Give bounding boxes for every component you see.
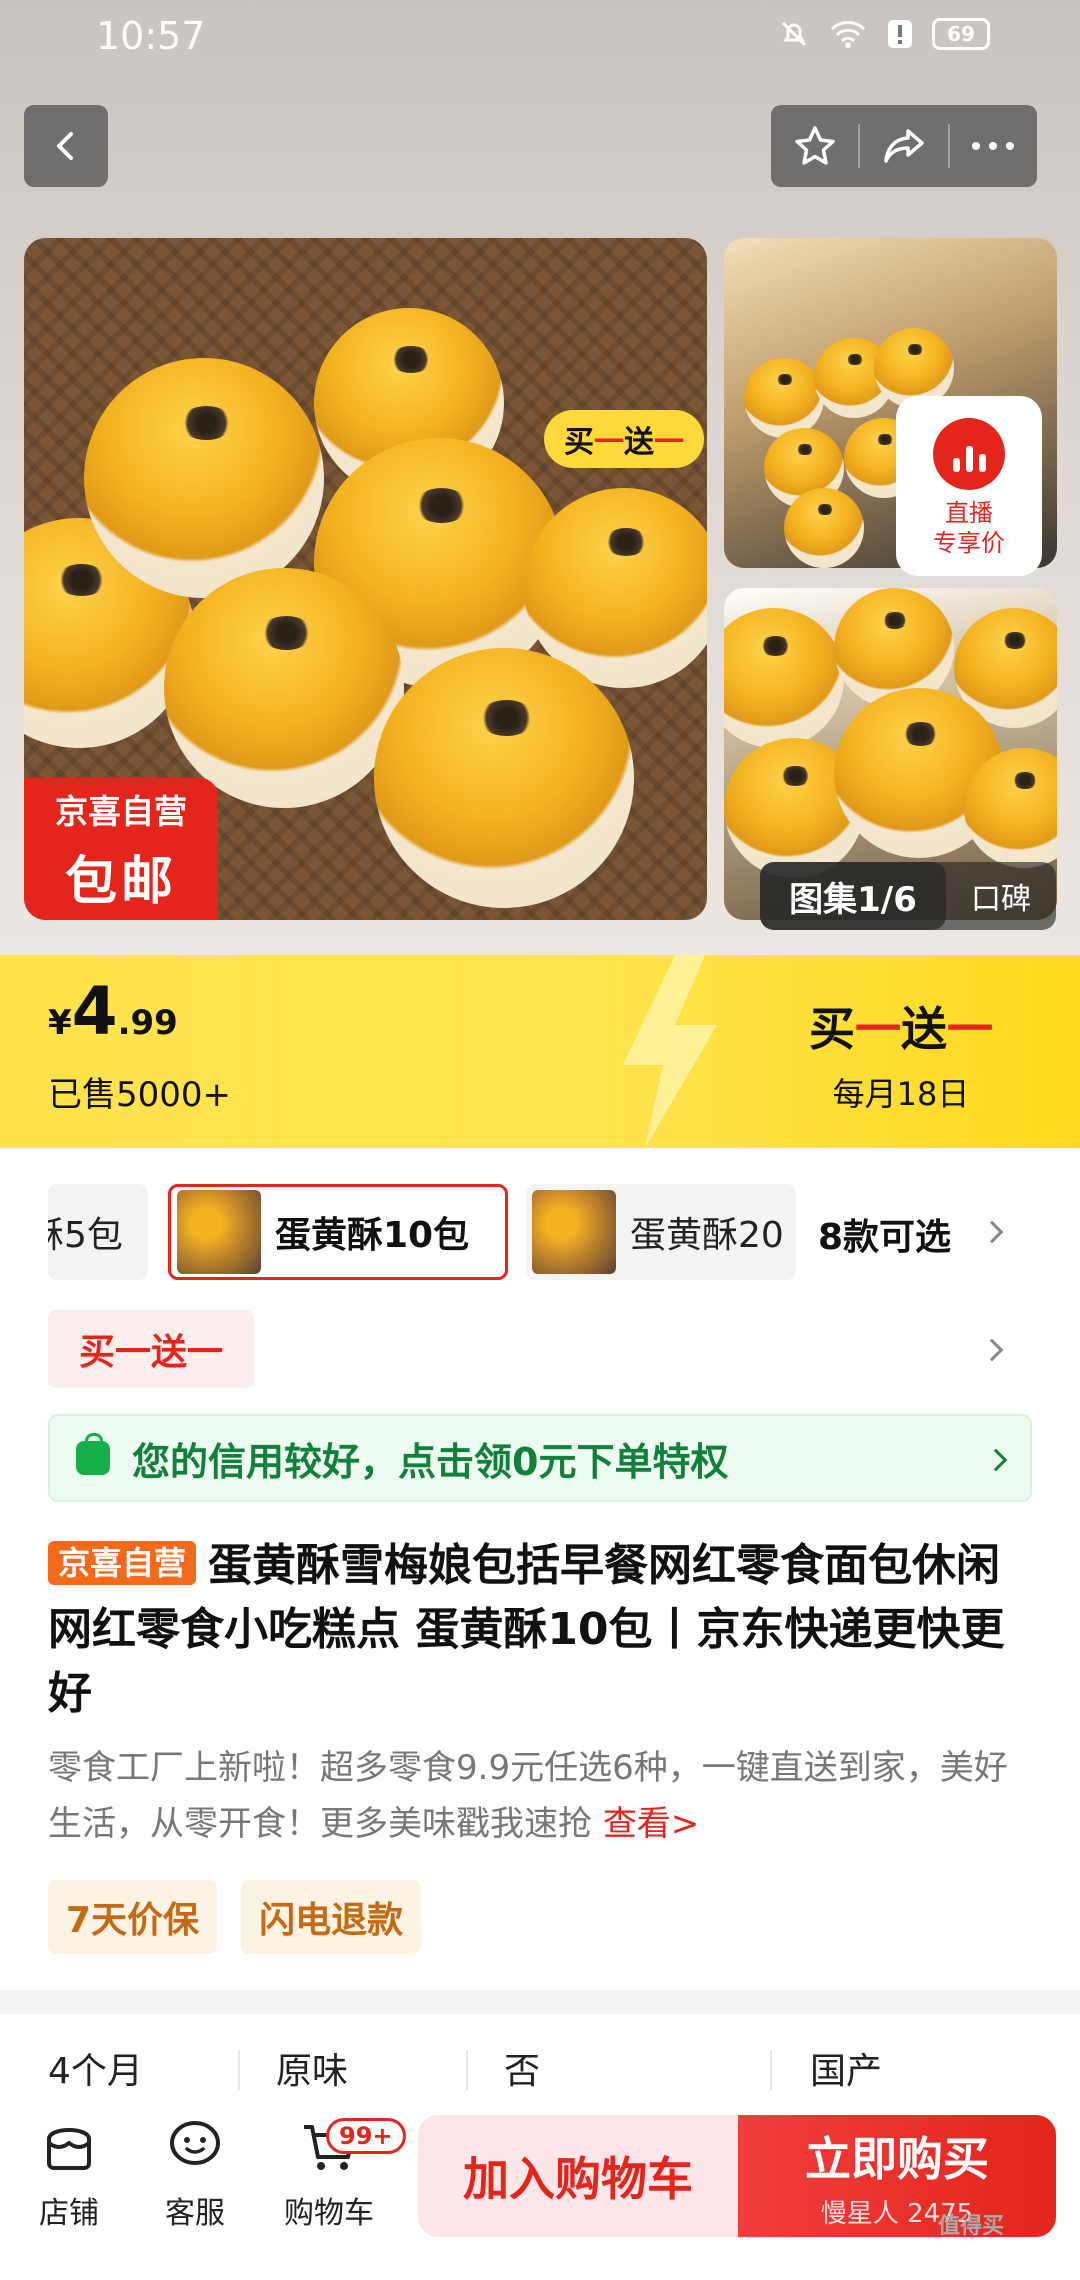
chat-face-icon: [170, 2121, 220, 2165]
share-icon: [884, 129, 924, 163]
variant-count[interactable]: 8款可选: [818, 1208, 951, 1260]
bogo-photo-tag: 买一送一: [544, 410, 704, 468]
more-dots-icon: [972, 142, 1015, 150]
badge-line2: 包邮: [64, 851, 177, 912]
self-operated-tag: 京喜自营: [48, 1541, 197, 1585]
buy-now-button[interactable]: 立即购买 慢星人 2475: [738, 2115, 1056, 2237]
cart-label: 购物车: [284, 2196, 374, 2231]
deal-char: 一: [855, 1002, 901, 1056]
shop-label: 店铺: [39, 2196, 99, 2231]
live-label-line2: 专享价: [933, 529, 1005, 557]
wifi-icon: [830, 21, 866, 48]
service-label: 客服: [165, 2196, 225, 2231]
cart-count-badge: 99+: [326, 2118, 406, 2154]
mute-bell-icon: [781, 21, 807, 47]
shopping-bag-icon: [76, 1433, 110, 1475]
live-label: 直播 专享价: [933, 498, 1005, 558]
spec-item: 国产: [810, 2051, 883, 2092]
variant-selector: 酥5包 蛋黄酥10包 蛋黄酥20 8款可选: [48, 1184, 1048, 1280]
spec-item: 4个月: [48, 2051, 143, 2092]
tag-char: 一: [594, 425, 624, 460]
status-icons: 69: [778, 18, 990, 50]
more-button[interactable]: [950, 105, 1037, 187]
share-button[interactable]: [860, 105, 947, 187]
service-tags: 7天价保 闪电退款: [48, 1880, 422, 1954]
credit-text: 您的信用较好，点击领0元下单特权: [132, 1439, 729, 1484]
egg-yolk-pastry: [784, 488, 864, 568]
back-button[interactable]: [24, 105, 108, 187]
variant-thumbnail: [532, 1190, 616, 1274]
view-more-link[interactable]: 查看>: [603, 1804, 700, 1844]
product-description: 零食工厂上新啦！超多零食9.9元任选6种，一键直送到家，美好生活，从零开食！更多…: [48, 1740, 1038, 1852]
album-tab[interactable]: 图集1/6: [760, 862, 946, 930]
main-product-image[interactable]: 京喜自营 包邮: [24, 238, 707, 920]
status-time: 10:57: [96, 14, 206, 58]
service-tag[interactable]: 闪电退款: [241, 1880, 422, 1954]
variant-option[interactable]: 酥5包: [48, 1184, 148, 1280]
variant-label: 蛋黄酥10包: [275, 1215, 470, 1256]
chevron-right-icon[interactable]: [980, 1220, 1004, 1244]
live-icon: [933, 418, 1005, 490]
lightning-icon: [623, 955, 717, 1148]
spec-item: 原味: [276, 2051, 349, 2092]
section-divider: [0, 1990, 1080, 2014]
review-tab[interactable]: 口碑: [946, 874, 1056, 918]
egg-yolk-pastry: [744, 358, 824, 438]
variant-option-selected[interactable]: 蛋黄酥10包: [168, 1184, 508, 1280]
deal-subtitle: 每月18日: [832, 1075, 970, 1113]
buy-now-label: 立即购买: [805, 2131, 989, 2186]
status-bar: 10:57 69: [0, 0, 1080, 72]
price: ¥4.99: [48, 973, 178, 1050]
store-icon: [47, 2128, 91, 2170]
variant-label: 酥5包: [48, 1215, 123, 1256]
variant-label: 蛋黄酥20: [630, 1215, 784, 1256]
deal-char: 送: [901, 1002, 947, 1056]
jingxi-free-shipping-badge: 京喜自营 包邮: [24, 778, 218, 920]
top-action-group: [771, 105, 1037, 187]
deal-title: 买一送一: [776, 993, 1026, 1059]
egg-yolk-pastry: [164, 568, 404, 808]
chevron-left-icon: [57, 132, 73, 160]
watermark: 值得买: [938, 2214, 1005, 2239]
variant-thumbnail: [177, 1190, 261, 1274]
service-tag[interactable]: 7天价保: [48, 1880, 218, 1954]
gallery-footer: 图集1/6 口碑: [760, 862, 1056, 930]
product-title: 京喜自营 蛋黄酥雪梅娘包括早餐网红零食面包休闲网红零食小吃糕点 蛋黄酥10包丨京东…: [48, 1534, 1038, 1726]
description-text: 零食工厂上新啦！超多零食9.9元任选6种，一键直送到家，美好生活，从零开食！更多…: [48, 1748, 1008, 1844]
price-integer: 4: [71, 973, 118, 1050]
monthly-deal[interactable]: 买一送一 每月18日: [776, 993, 1026, 1115]
egg-yolk-pastry: [724, 608, 844, 748]
star-icon: [794, 126, 835, 165]
deal-char: 一: [947, 1002, 993, 1056]
price-band: ¥4.99 已售5000+ 买一送一 每月18日: [0, 955, 1080, 1148]
sold-count: 已售5000+: [48, 1075, 232, 1115]
live-label-line1: 直播: [945, 499, 993, 527]
live-price-button[interactable]: 直播 专享价: [896, 396, 1042, 576]
deal-char: 买: [809, 1002, 855, 1056]
customer-service-tab[interactable]: 客服: [140, 2110, 250, 2232]
badge-line1: 京喜自营: [55, 791, 187, 831]
price-currency: ¥: [48, 1003, 72, 1043]
chevron-right-icon: [984, 1448, 1008, 1472]
credit-banner[interactable]: 您的信用较好，点击领0元下单特权: [48, 1414, 1032, 1502]
egg-yolk-pastry: [374, 648, 634, 908]
egg-yolk-pastry: [84, 358, 324, 598]
spec-item: 否: [504, 2051, 541, 2092]
tag-char: 买: [564, 425, 594, 460]
shop-tab[interactable]: 店铺: [14, 2110, 124, 2232]
add-to-cart-button[interactable]: 加入购物车: [418, 2115, 738, 2237]
chevron-right-icon[interactable]: [980, 1338, 1004, 1362]
tag-char: 送: [624, 425, 654, 460]
battery-indicator: 69: [932, 18, 990, 50]
promotion-chip[interactable]: 买一送一: [48, 1310, 254, 1388]
tag-char: 一: [654, 425, 684, 460]
favorite-button[interactable]: [771, 105, 858, 187]
variant-option[interactable]: 蛋黄酥20: [526, 1184, 796, 1280]
price-decimal: .99: [117, 1003, 178, 1043]
alert-icon: [888, 20, 912, 48]
